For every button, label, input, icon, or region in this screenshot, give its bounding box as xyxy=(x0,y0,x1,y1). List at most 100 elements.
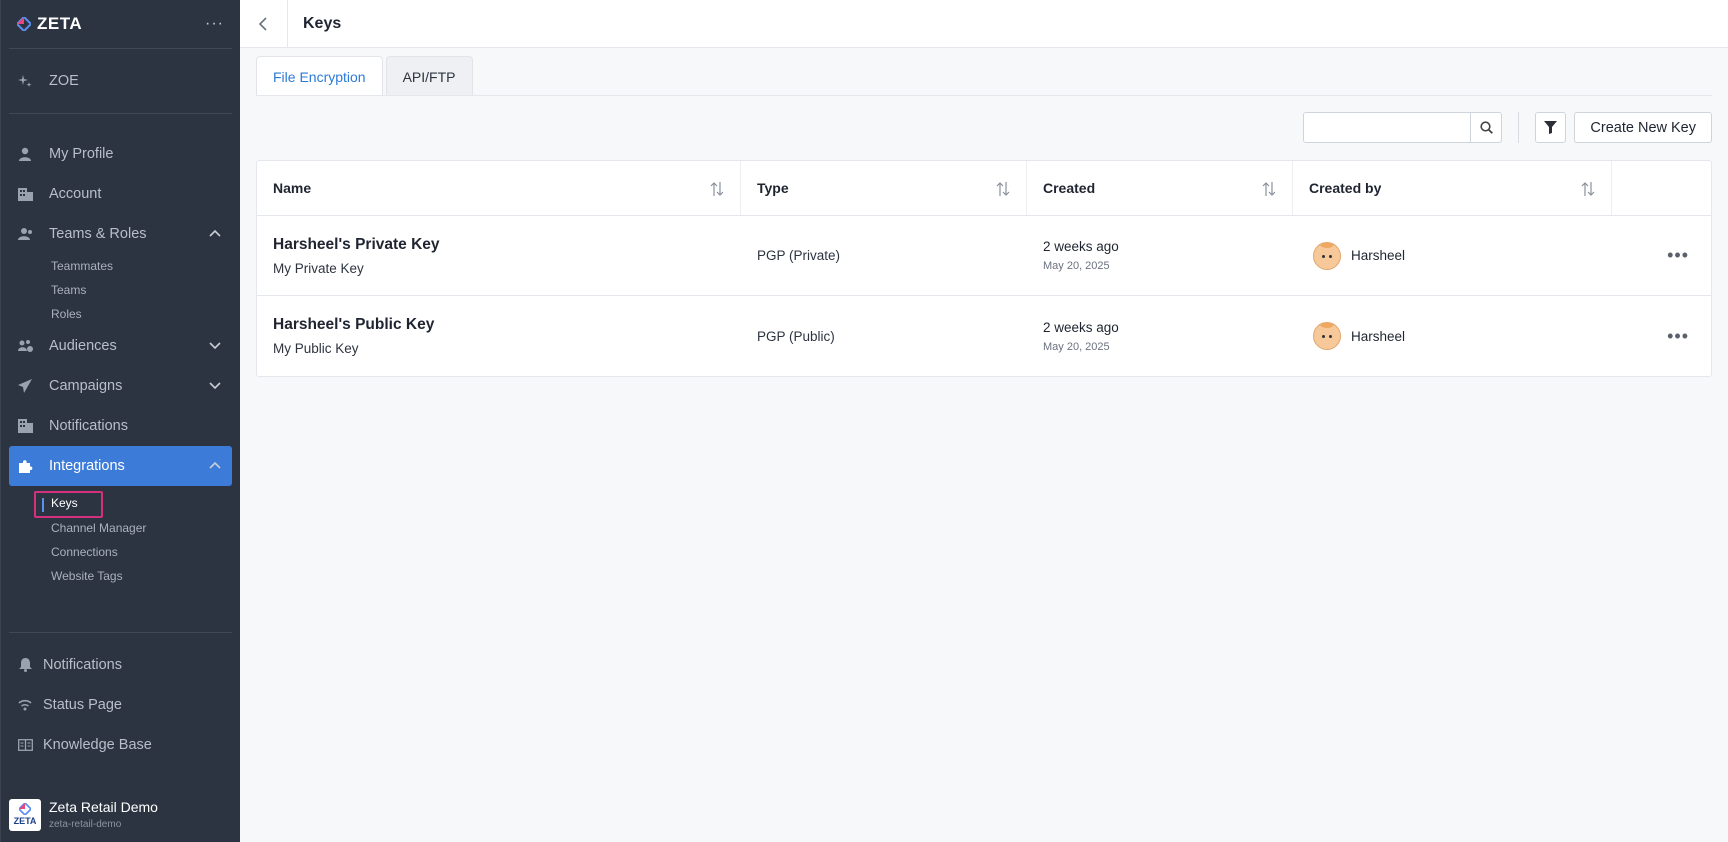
sort-icon[interactable] xyxy=(710,181,724,197)
page-title: Keys xyxy=(303,14,342,32)
sort-icon[interactable] xyxy=(996,181,1010,197)
send-icon xyxy=(17,378,33,394)
sidebar-subitem-roles[interactable]: Roles xyxy=(1,302,240,326)
table-row[interactable]: Harsheel's Private Key My Private Key PG… xyxy=(257,216,1711,296)
sidebar-bottom-nav: Notifications Status Page Knowledge Base xyxy=(1,632,240,765)
org-badge-text: ZETA xyxy=(13,816,37,826)
search-button[interactable] xyxy=(1471,112,1503,143)
bell-icon xyxy=(17,657,33,673)
toolbar-divider xyxy=(1518,112,1520,143)
sidebar-item-label: My Profile xyxy=(49,146,114,162)
main-content: Keys File Encryption API/FTP Create New … xyxy=(240,0,1728,842)
cell-created: 2 weeks ago May 20, 2025 xyxy=(1027,216,1293,295)
filter-button[interactable] xyxy=(1535,112,1567,143)
cell-name: Harsheel's Public Key My Public Key xyxy=(257,296,741,376)
cell-created-by: Harsheel xyxy=(1293,216,1612,295)
puzzle-icon xyxy=(17,458,33,474)
sidebar-subitem-teams[interactable]: Teams xyxy=(1,278,240,302)
created-date: May 20, 2025 xyxy=(1043,260,1110,272)
sidebar-item-account[interactable]: Account xyxy=(1,174,240,214)
signal-icon xyxy=(17,697,33,713)
sidebar-subitem-connections[interactable]: Connections xyxy=(1,540,240,564)
back-button[interactable] xyxy=(240,0,288,48)
tab-file-encryption[interactable]: File Encryption xyxy=(256,56,383,96)
created-relative: 2 weeks ago xyxy=(1043,239,1119,254)
zeta-logo-icon xyxy=(19,803,31,815)
table-header: Name Type Created Created by xyxy=(257,161,1711,216)
divider xyxy=(9,48,232,49)
cell-type: PGP (Public) xyxy=(741,296,1027,376)
sidebar-item-teams-roles[interactable]: Teams & Roles xyxy=(1,214,240,254)
grid-icon xyxy=(17,418,33,434)
sort-icon[interactable] xyxy=(1581,181,1595,197)
column-header-created-by[interactable]: Created by xyxy=(1293,161,1612,215)
chevron-down-icon[interactable] xyxy=(208,338,222,352)
column-header-name[interactable]: Name xyxy=(257,161,741,215)
sidebar-subitem-teammates[interactable]: Teammates xyxy=(1,254,240,278)
sidebar-subitem-label: Teams xyxy=(51,283,87,297)
divider xyxy=(9,113,232,114)
zeta-logo[interactable]: ZETA xyxy=(17,14,82,34)
key-name[interactable]: Harsheel's Private Key xyxy=(273,236,741,254)
sidebar-subitem-website-tags[interactable]: Website Tags xyxy=(1,564,240,588)
sidebar-item-status-page[interactable]: Status Page xyxy=(1,685,240,725)
row-actions-menu-icon[interactable]: ••• xyxy=(1612,245,1711,266)
sidebar-item-notifications[interactable]: Notifications xyxy=(1,406,240,446)
org-switcher[interactable]: ZETA Zeta Retail Demo zeta-retail-demo xyxy=(1,787,240,842)
sort-icon[interactable] xyxy=(1262,181,1276,197)
search-input[interactable] xyxy=(1303,112,1472,143)
chevron-up-icon[interactable] xyxy=(208,226,222,240)
sidebar-item-zoe[interactable]: ZOE xyxy=(1,61,240,101)
cell-type: PGP (Private) xyxy=(741,216,1027,295)
sidebar-item-campaigns[interactable]: Campaigns xyxy=(1,366,240,406)
tab-api-ftp[interactable]: API/FTP xyxy=(385,56,473,96)
create-new-key-button[interactable]: Create New Key xyxy=(1574,112,1712,143)
sidebar-item-label: Integrations xyxy=(49,458,125,474)
sidebar-subitem-label: Connections xyxy=(51,545,118,559)
divider xyxy=(9,632,232,633)
sidebar-item-knowledge-base[interactable]: Knowledge Base xyxy=(1,725,240,765)
key-description: My Public Key xyxy=(273,341,359,356)
column-header-label: Name xyxy=(273,180,312,196)
column-header-label: Type xyxy=(757,180,789,196)
column-header-label: Created xyxy=(1043,180,1096,196)
brand-name: ZETA xyxy=(37,14,83,33)
table-row[interactable]: Harsheel's Public Key My Public Key PGP … xyxy=(257,296,1711,376)
column-header-type[interactable]: Type xyxy=(741,161,1027,215)
sidebar-item-my-profile[interactable]: My Profile xyxy=(1,134,240,174)
sidebar-item-label: Knowledge Base xyxy=(43,737,152,753)
chevron-up-icon[interactable] xyxy=(208,458,222,472)
key-name[interactable]: Harsheel's Public Key xyxy=(273,316,741,334)
sidebar-subitem-label: Website Tags xyxy=(51,569,123,583)
sidebar-item-label: Audiences xyxy=(49,338,117,354)
brand-header: ZETA ··· xyxy=(1,0,240,48)
search-icon xyxy=(1480,121,1493,134)
key-type: PGP (Public) xyxy=(757,328,835,344)
org-slug: zeta-retail-demo xyxy=(49,819,122,830)
created-relative: 2 weeks ago xyxy=(1043,319,1119,335)
sidebar-subitem-channel-manager[interactable]: Channel Manager xyxy=(1,516,240,540)
sidebar: ZETA ··· ZOE My Profile Account Teams & … xyxy=(0,0,240,842)
org-name: Zeta Retail Demo xyxy=(49,799,158,815)
sidebar-item-audiences[interactable]: Audiences xyxy=(1,326,240,366)
book-icon xyxy=(17,737,33,753)
column-header-label: Created by xyxy=(1309,180,1382,196)
sidebar-subitem-label: Roles xyxy=(51,307,82,321)
topbar: Keys xyxy=(240,0,1728,48)
sidebar-item-label: Campaigns xyxy=(49,378,123,394)
row-actions-menu-icon[interactable]: ••• xyxy=(1612,326,1711,347)
org-logo: ZETA xyxy=(9,798,41,831)
column-header-created[interactable]: Created xyxy=(1027,161,1293,215)
avatar xyxy=(1313,241,1341,270)
sidebar-item-label: Notifications xyxy=(49,418,128,434)
sidebar-item-notifications-bottom[interactable]: Notifications xyxy=(1,645,240,685)
user-name: Harsheel xyxy=(1351,328,1406,344)
more-options-icon[interactable]: ··· xyxy=(205,15,224,33)
tab-divider xyxy=(256,95,1712,96)
sidebar-item-label: Teams & Roles xyxy=(49,226,147,242)
avatar xyxy=(1313,322,1341,350)
chevron-down-icon[interactable] xyxy=(208,378,222,392)
sidebar-item-integrations[interactable]: Integrations xyxy=(9,446,232,486)
tabs: File Encryption API/FTP xyxy=(256,56,473,96)
cell-name: Harsheel's Private Key My Private Key xyxy=(257,216,741,295)
